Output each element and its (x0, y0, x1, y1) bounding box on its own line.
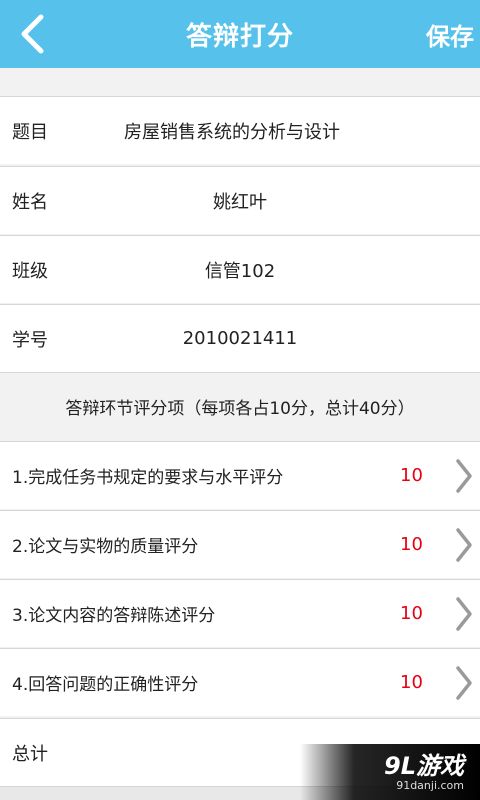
score-item-label: 3.论文内容的答辩陈述评分 (12, 606, 216, 626)
score-item-1[interactable]: 1.完成任务书规定的要求与水平评分 10 (0, 441, 480, 509)
score-value: 10 (400, 672, 423, 693)
score-item-label: 4.回答问题的正确性评分 (12, 675, 199, 695)
chevron-left-icon (21, 14, 44, 54)
score-item-4[interactable]: 4.回答问题的正确性评分 10 (0, 648, 480, 716)
score-value: 10 (400, 465, 423, 486)
total-label: 总计 (12, 743, 48, 765)
page-title: 答辩打分 (185, 21, 294, 52)
name-value: 姚红叶 (213, 191, 267, 213)
chevron-right-icon (456, 597, 472, 631)
topic-value: 房屋销售系统的分析与设计 (124, 121, 340, 143)
chevron-right-icon (456, 666, 472, 700)
section-title: 答辩环节评分项（每项各占10分，总计40分） (0, 372, 480, 440)
score-item-3[interactable]: 3.论文内容的答辩陈述评分 10 (0, 579, 480, 647)
class-row: 班级 信管102 (0, 235, 480, 303)
watermark-url: 91danji.com (396, 778, 464, 792)
student-id-row: 学号 2010021411 (0, 304, 480, 372)
spacer (0, 68, 480, 96)
student-id-value: 2010021411 (182, 328, 298, 349)
chevron-right-icon (456, 528, 472, 562)
score-value: 10 (400, 534, 423, 555)
chevron-right-icon (456, 459, 472, 493)
topic-label: 题目 (12, 121, 48, 143)
class-value: 信管102 (204, 260, 276, 282)
save-button[interactable]: 保存 (426, 0, 474, 68)
back-button[interactable] (0, 0, 64, 68)
topic-row: 题目 房屋销售系统的分析与设计 (0, 96, 480, 164)
name-row: 姓名 姚红叶 (0, 166, 480, 234)
app-header: 答辩打分 保存 (0, 0, 480, 68)
score-value: 10 (400, 603, 423, 624)
watermark: 9L游戏 91danji.com (300, 744, 480, 800)
score-item-label: 2.论文与实物的质量评分 (12, 537, 199, 557)
score-item-2[interactable]: 2.论文与实物的质量评分 10 (0, 510, 480, 578)
score-item-label: 1.完成任务书规定的要求与水平评分 (12, 468, 284, 488)
watermark-logo: 9L游戏 (384, 751, 464, 780)
